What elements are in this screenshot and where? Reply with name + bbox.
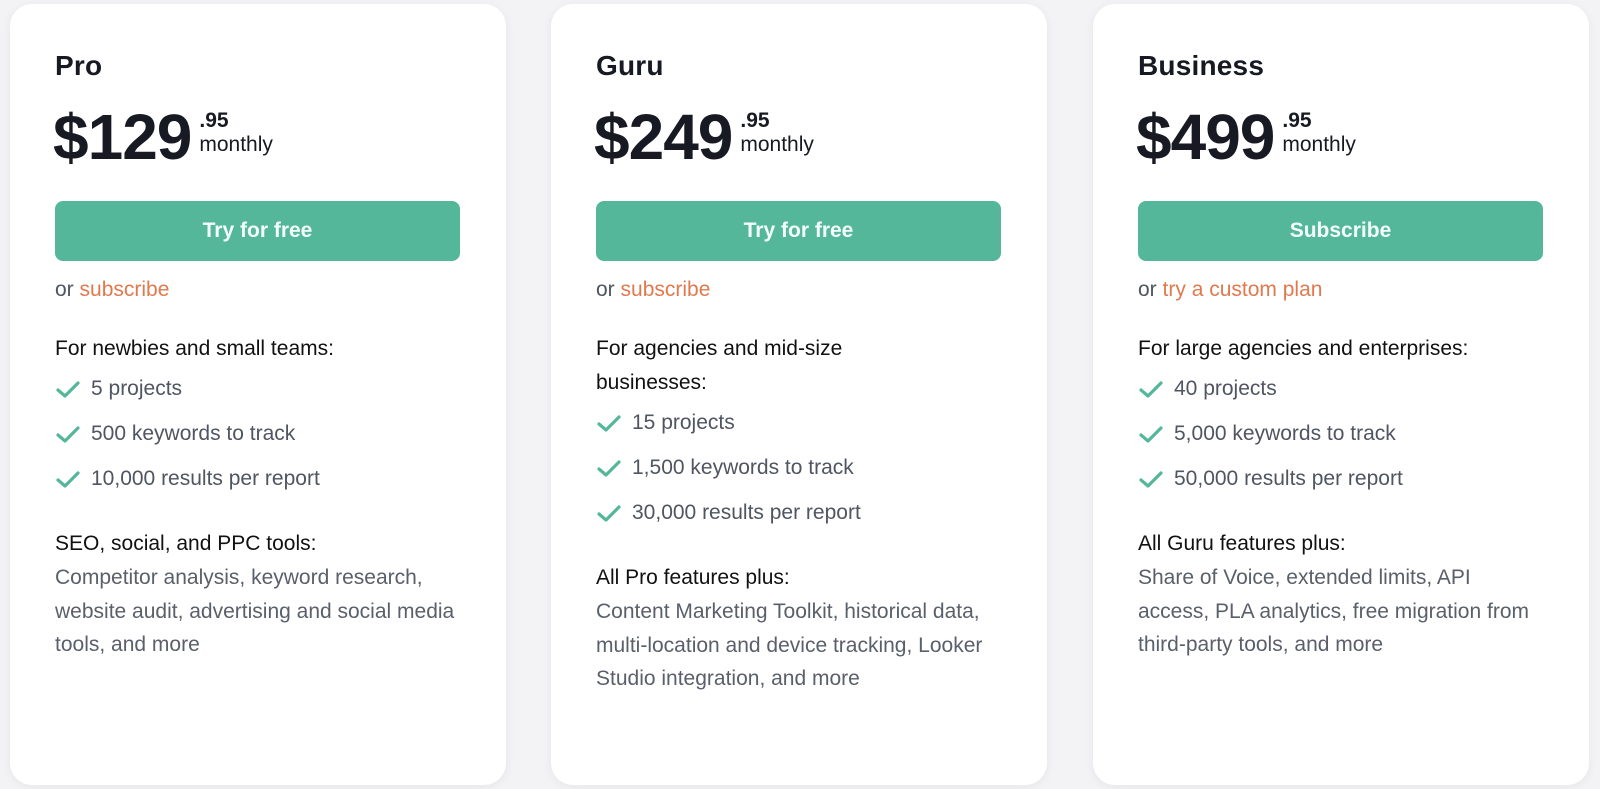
subscribe-link[interactable]: subscribe bbox=[80, 278, 170, 301]
feature-text: 1,500 keywords to track bbox=[632, 455, 854, 479]
price-whole: $249 bbox=[594, 101, 733, 173]
audience-title: For newbies and small teams: bbox=[55, 337, 334, 360]
extras-title: All Guru features plus: bbox=[1138, 532, 1346, 555]
price-cents: .95 bbox=[199, 109, 229, 132]
extras-title: SEO, social, and PPC tools: bbox=[55, 532, 317, 555]
feature-text: 500 keywords to track bbox=[91, 421, 296, 445]
check-icon bbox=[1139, 380, 1163, 398]
feature-item: 500 keywords to track bbox=[55, 411, 475, 456]
price-period: monthly bbox=[740, 133, 814, 156]
price-period: monthly bbox=[1282, 133, 1356, 156]
audience-title: For agencies and mid-size businesses: bbox=[596, 337, 843, 394]
price-whole: $499 bbox=[1136, 101, 1275, 173]
feature-item: 1,500 keywords to track bbox=[596, 445, 1016, 490]
feature-item: 15 projects bbox=[596, 400, 1016, 445]
subscribe-button[interactable]: Subscribe bbox=[1138, 201, 1543, 261]
alt-prefix: or bbox=[596, 278, 615, 301]
feature-text: 5,000 keywords to track bbox=[1174, 421, 1396, 445]
plan-name: Guru bbox=[596, 50, 664, 81]
check-icon bbox=[597, 459, 621, 477]
feature-list: 15 projects 1,500 keywords to track 30,0… bbox=[596, 400, 1016, 535]
feature-text: 50,000 results per report bbox=[1174, 466, 1403, 490]
feature-item: 5 projects bbox=[55, 366, 475, 411]
price-cents: .95 bbox=[740, 109, 770, 132]
audience-section: For newbies and small teams: 5 projects … bbox=[55, 332, 475, 501]
extras-text: Share of Voice, extended limits, API acc… bbox=[1138, 566, 1529, 656]
extras-section: SEO, social, and PPC tools: Competitor a… bbox=[55, 527, 475, 662]
alt-action: or subscribe bbox=[55, 278, 169, 302]
check-icon bbox=[56, 380, 80, 398]
price-period: monthly bbox=[199, 133, 273, 156]
try-for-free-button[interactable]: Try for free bbox=[596, 201, 1001, 261]
alt-action: or subscribe bbox=[596, 278, 710, 302]
plan-name: Business bbox=[1138, 50, 1265, 81]
price-whole: $129 bbox=[53, 101, 192, 173]
check-icon bbox=[1139, 425, 1163, 443]
feature-text: 10,000 results per report bbox=[91, 466, 320, 490]
feature-text: 15 projects bbox=[632, 410, 735, 434]
feature-list: 5 projects 500 keywords to track 10,000 … bbox=[55, 366, 475, 501]
extras-section: All Pro features plus: Content Marketing… bbox=[596, 561, 996, 696]
plan-card-business: Business $499 .95 monthly Subscribe or t… bbox=[1093, 4, 1589, 785]
plan-price: $249 .95 monthly bbox=[594, 104, 814, 170]
plan-card-guru: Guru $249 .95 monthly Try for free or su… bbox=[551, 4, 1047, 785]
feature-item: 40 projects bbox=[1138, 366, 1558, 411]
extras-text: Competitor analysis, keyword research, w… bbox=[55, 566, 455, 656]
feature-text: 40 projects bbox=[1174, 376, 1277, 400]
check-icon bbox=[597, 504, 621, 522]
feature-item: 10,000 results per report bbox=[55, 456, 475, 501]
feature-text: 30,000 results per report bbox=[632, 500, 861, 524]
alt-action: or try a custom plan bbox=[1138, 278, 1322, 302]
plan-price: $129 .95 monthly bbox=[53, 104, 273, 170]
subscribe-link[interactable]: subscribe bbox=[621, 278, 711, 301]
plan-card-pro: Pro $129 .95 monthly Try for free or sub… bbox=[10, 4, 506, 785]
audience-section: For large agencies and enterprises: 40 p… bbox=[1138, 332, 1558, 501]
plan-name: Pro bbox=[55, 50, 103, 81]
alt-prefix: or bbox=[1138, 278, 1157, 301]
check-icon bbox=[1139, 470, 1163, 488]
check-icon bbox=[56, 425, 80, 443]
extras-section: All Guru features plus: Share of Voice, … bbox=[1138, 527, 1538, 662]
extras-title: All Pro features plus: bbox=[596, 566, 790, 589]
feature-item: 30,000 results per report bbox=[596, 490, 1016, 535]
try-for-free-button[interactable]: Try for free bbox=[55, 201, 460, 261]
audience-title: For large agencies and enterprises: bbox=[1138, 337, 1469, 360]
check-icon bbox=[56, 470, 80, 488]
custom-plan-link[interactable]: try a custom plan bbox=[1163, 278, 1323, 301]
feature-item: 5,000 keywords to track bbox=[1138, 411, 1558, 456]
alt-prefix: or bbox=[55, 278, 74, 301]
feature-list: 40 projects 5,000 keywords to track 50,0… bbox=[1138, 366, 1558, 501]
price-cents: .95 bbox=[1282, 109, 1312, 132]
check-icon bbox=[597, 414, 621, 432]
plan-price: $499 .95 monthly bbox=[1136, 104, 1356, 170]
feature-item: 50,000 results per report bbox=[1138, 456, 1558, 501]
audience-section: For agencies and mid-size businesses: bbox=[596, 332, 926, 400]
feature-text: 5 projects bbox=[91, 376, 183, 400]
extras-text: Content Marketing Toolkit, historical da… bbox=[596, 600, 983, 690]
